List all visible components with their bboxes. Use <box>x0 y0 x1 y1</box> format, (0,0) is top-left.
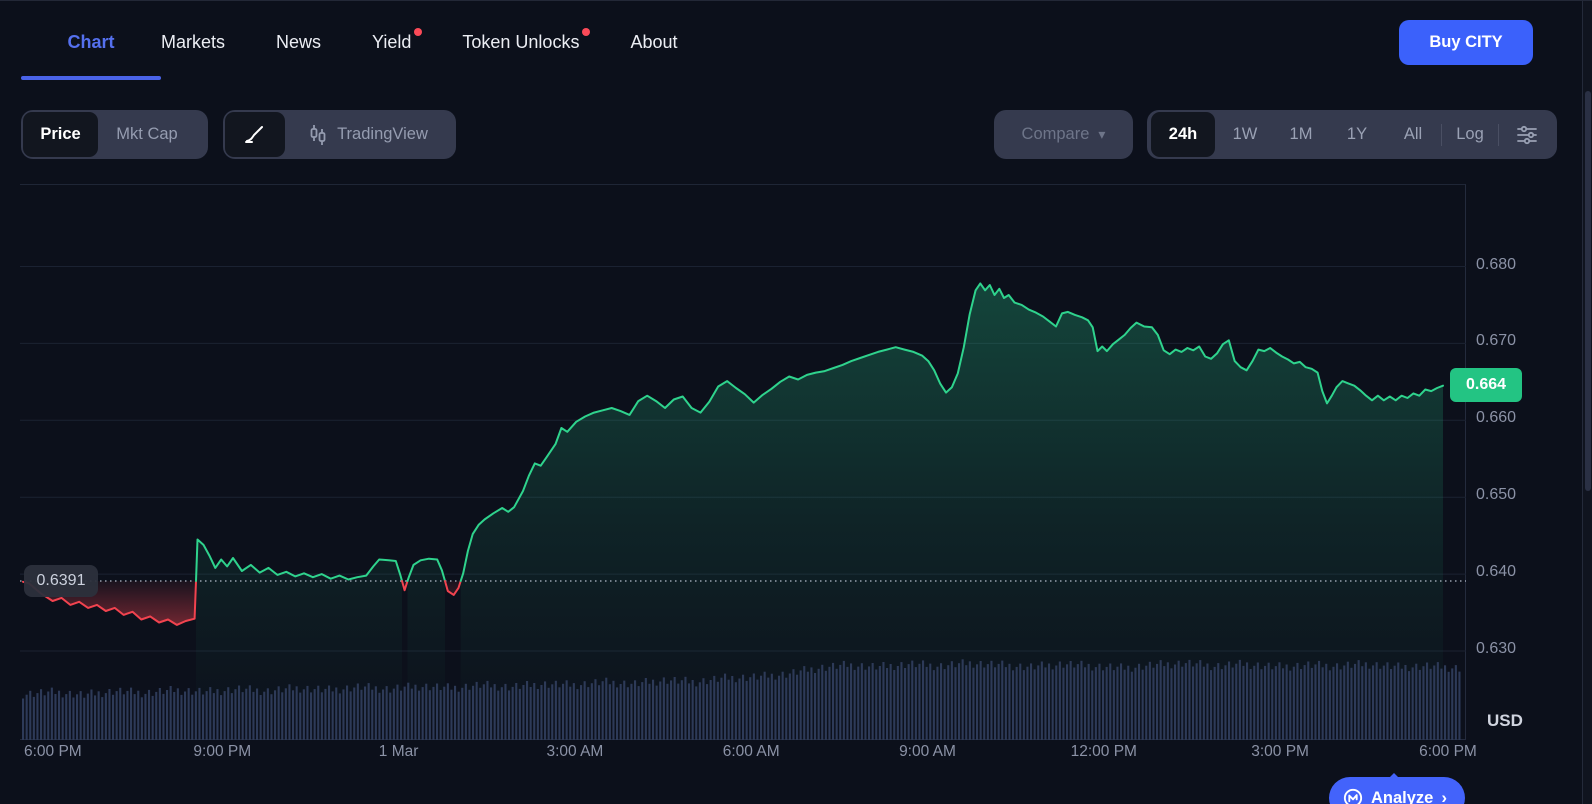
y-axis-tick-label: 0.640 <box>1476 563 1517 581</box>
ticker-nav: Chart Markets News Yield Token Unlocks A… <box>0 1 1582 83</box>
tradingview-label: TradingView <box>337 125 428 143</box>
y-axis-tick-label: 0.680 <box>1476 255 1517 273</box>
tab-yield[interactable]: Yield <box>372 27 423 53</box>
tab-markets[interactable]: Markets <box>161 32 225 53</box>
y-axis-tick-label: 0.660 <box>1476 409 1517 427</box>
y-axis-tick-label: 0.650 <box>1476 486 1517 504</box>
analyze-button-label: Analyze <box>1371 788 1434 804</box>
page-scrollbar[interactable] <box>1582 1 1592 804</box>
line-chart-icon <box>245 126 263 143</box>
x-axis-tick-label: 6:00 PM <box>1419 743 1477 760</box>
sliders-icon <box>1517 125 1537 144</box>
price-mktcap-toggle: Price Mkt Cap <box>21 110 208 159</box>
scrollbar-thumb[interactable] <box>1585 91 1591 491</box>
x-axis-tick-label: 12:00 PM <box>1070 743 1137 760</box>
notification-dot <box>414 27 423 36</box>
chart-settings-button[interactable] <box>1499 124 1555 146</box>
tab-token-unlocks-label: Token Unlocks <box>462 31 580 52</box>
chevron-down-icon: ▾ <box>1098 126 1106 142</box>
compare-label: Compare <box>1021 125 1090 143</box>
x-axis-tick-label: 1 Mar <box>378 743 419 760</box>
price-chart-svg <box>20 266 1466 740</box>
timeframe-selector: 24h 1W 1M 1Y All Log <box>1147 110 1557 159</box>
tab-chart[interactable]: Chart <box>21 31 161 80</box>
x-axis-tick-label: 6:00 PM <box>24 743 82 760</box>
chart-type-toggle: TradingView <box>223 110 456 159</box>
chart-toolbar: Price Mkt Cap TradingView Compare ▾ 24h … <box>0 109 1582 159</box>
timeframe-24h[interactable]: 24h <box>1151 112 1215 157</box>
timeframe-all[interactable]: All <box>1385 125 1441 144</box>
price-chart-canvas[interactable]: 0.6391 CoinMarketCap <box>20 184 1466 740</box>
tab-markets-label: Markets <box>161 31 226 52</box>
x-axis-tick-label: 3:00 AM <box>546 743 604 760</box>
x-axis-tick-label: 9:00 AM <box>899 743 956 760</box>
tradingview-button[interactable]: TradingView <box>307 124 436 146</box>
compare-dropdown[interactable]: Compare ▾ <box>994 110 1133 159</box>
tab-token-unlocks[interactable]: Token Unlocks <box>462 27 591 53</box>
x-axis-tick-label: 3:00 PM <box>1251 743 1309 760</box>
currency-label: USD <box>1487 711 1523 730</box>
buy-city-button[interactable]: Buy CITY <box>1399 20 1533 65</box>
log-scale-button[interactable]: Log <box>1442 125 1498 144</box>
timeframe-1m[interactable]: 1M <box>1273 125 1329 144</box>
analyze-button[interactable]: Analyze › <box>1329 773 1466 804</box>
timeframe-1w[interactable]: 1W <box>1217 125 1273 144</box>
tab-yield-label: Yield <box>372 31 412 52</box>
coinmarketcap-mini-icon <box>1343 788 1363 804</box>
open-price-label: 0.6391 <box>24 565 98 598</box>
timeframe-1y[interactable]: 1Y <box>1329 125 1385 144</box>
tab-about-label: About <box>630 31 678 52</box>
mktcap-toggle-button[interactable]: Mkt Cap <box>116 125 191 144</box>
tab-news[interactable]: News <box>276 32 321 53</box>
y-axis-tick-label: 0.630 <box>1476 640 1517 657</box>
price-toggle-button[interactable]: Price <box>23 112 98 157</box>
notification-dot <box>582 27 591 36</box>
y-axis-tick-label: 0.670 <box>1476 332 1517 350</box>
tab-news-label: News <box>276 31 322 52</box>
line-chart-button[interactable] <box>225 112 285 157</box>
x-axis-tick-label: 6:00 AM <box>722 743 780 760</box>
chevron-right-icon: › <box>1441 788 1448 804</box>
current-price-badge: 0.664 <box>1450 367 1522 402</box>
x-axis-tick-label: 9:00 PM <box>193 743 252 760</box>
nav-tabs: Chart Markets News Yield Token Unlocks A… <box>21 1 729 83</box>
candlestick-icon <box>310 124 326 145</box>
tab-chart-label: Chart <box>67 31 115 52</box>
tab-about[interactable]: About <box>630 32 677 53</box>
